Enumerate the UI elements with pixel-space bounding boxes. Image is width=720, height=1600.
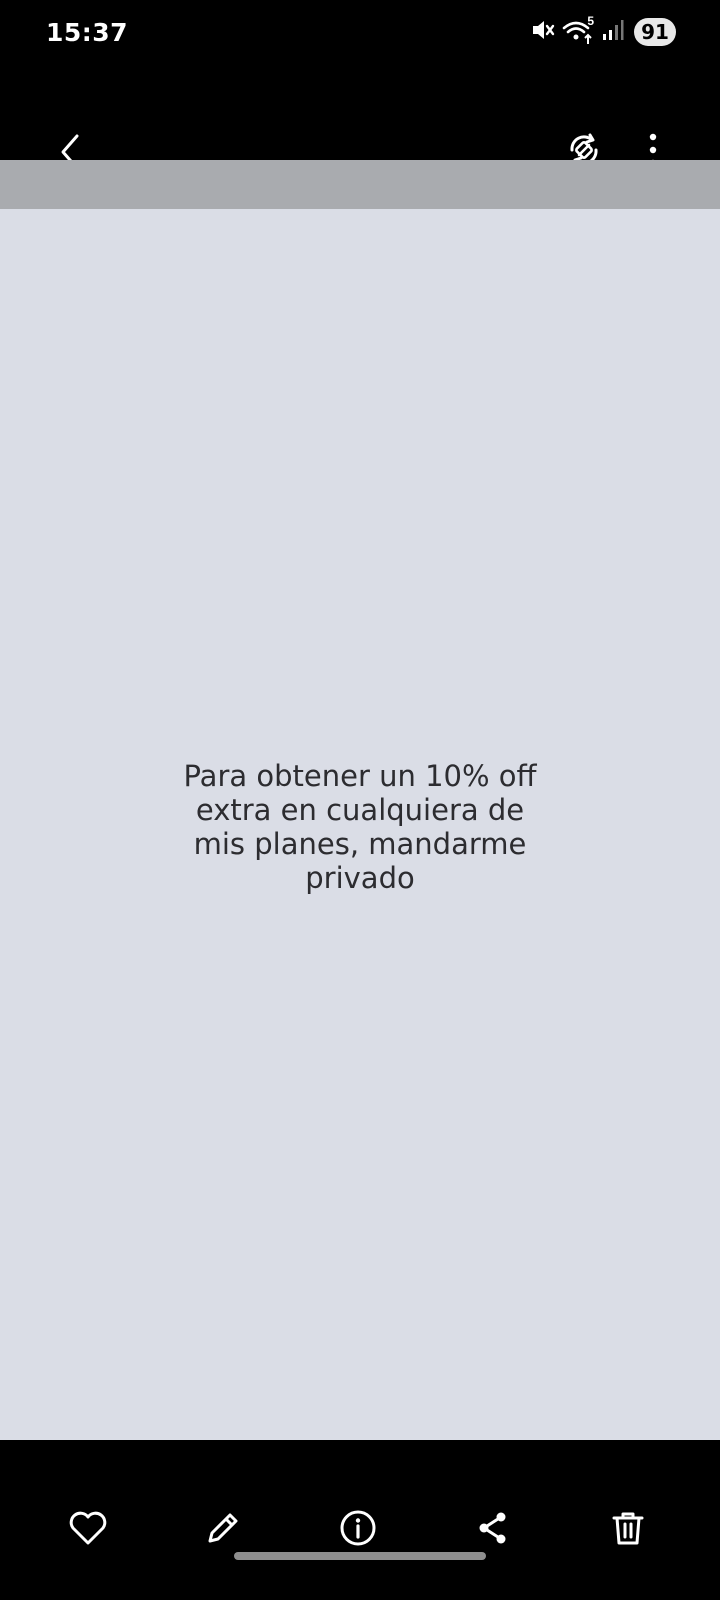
bottom-action-bar xyxy=(0,1440,720,1600)
image-caption-text: Para obtener un 10% off extra en cualqui… xyxy=(183,759,537,895)
edit-icon xyxy=(208,1513,238,1543)
delete-button[interactable] xyxy=(598,1498,658,1558)
image-top-strip xyxy=(0,160,720,209)
status-right: 5 91 xyxy=(530,14,676,48)
edit-button[interactable] xyxy=(193,1498,253,1558)
info-icon xyxy=(340,1510,376,1546)
image-viewer[interactable]: Para obtener un 10% off extra en cualqui… xyxy=(0,209,720,1440)
share-icon xyxy=(479,1512,506,1544)
mute-icon xyxy=(530,17,556,48)
wifi-icon: 5 xyxy=(562,14,596,46)
share-button[interactable] xyxy=(463,1498,523,1558)
signal-icon xyxy=(602,19,624,46)
delete-icon xyxy=(612,1512,644,1545)
home-indicator[interactable] xyxy=(234,1552,486,1560)
status-bar: 15:37 5 91 xyxy=(0,0,720,64)
favorite-button[interactable] xyxy=(58,1498,118,1558)
battery-indicator: 91 xyxy=(634,18,676,46)
favorite-icon xyxy=(69,1511,107,1545)
network-type-label: 5 xyxy=(587,14,594,28)
status-time: 15:37 xyxy=(46,17,129,47)
info-button[interactable] xyxy=(328,1498,388,1558)
status-icons: 5 xyxy=(530,14,624,48)
